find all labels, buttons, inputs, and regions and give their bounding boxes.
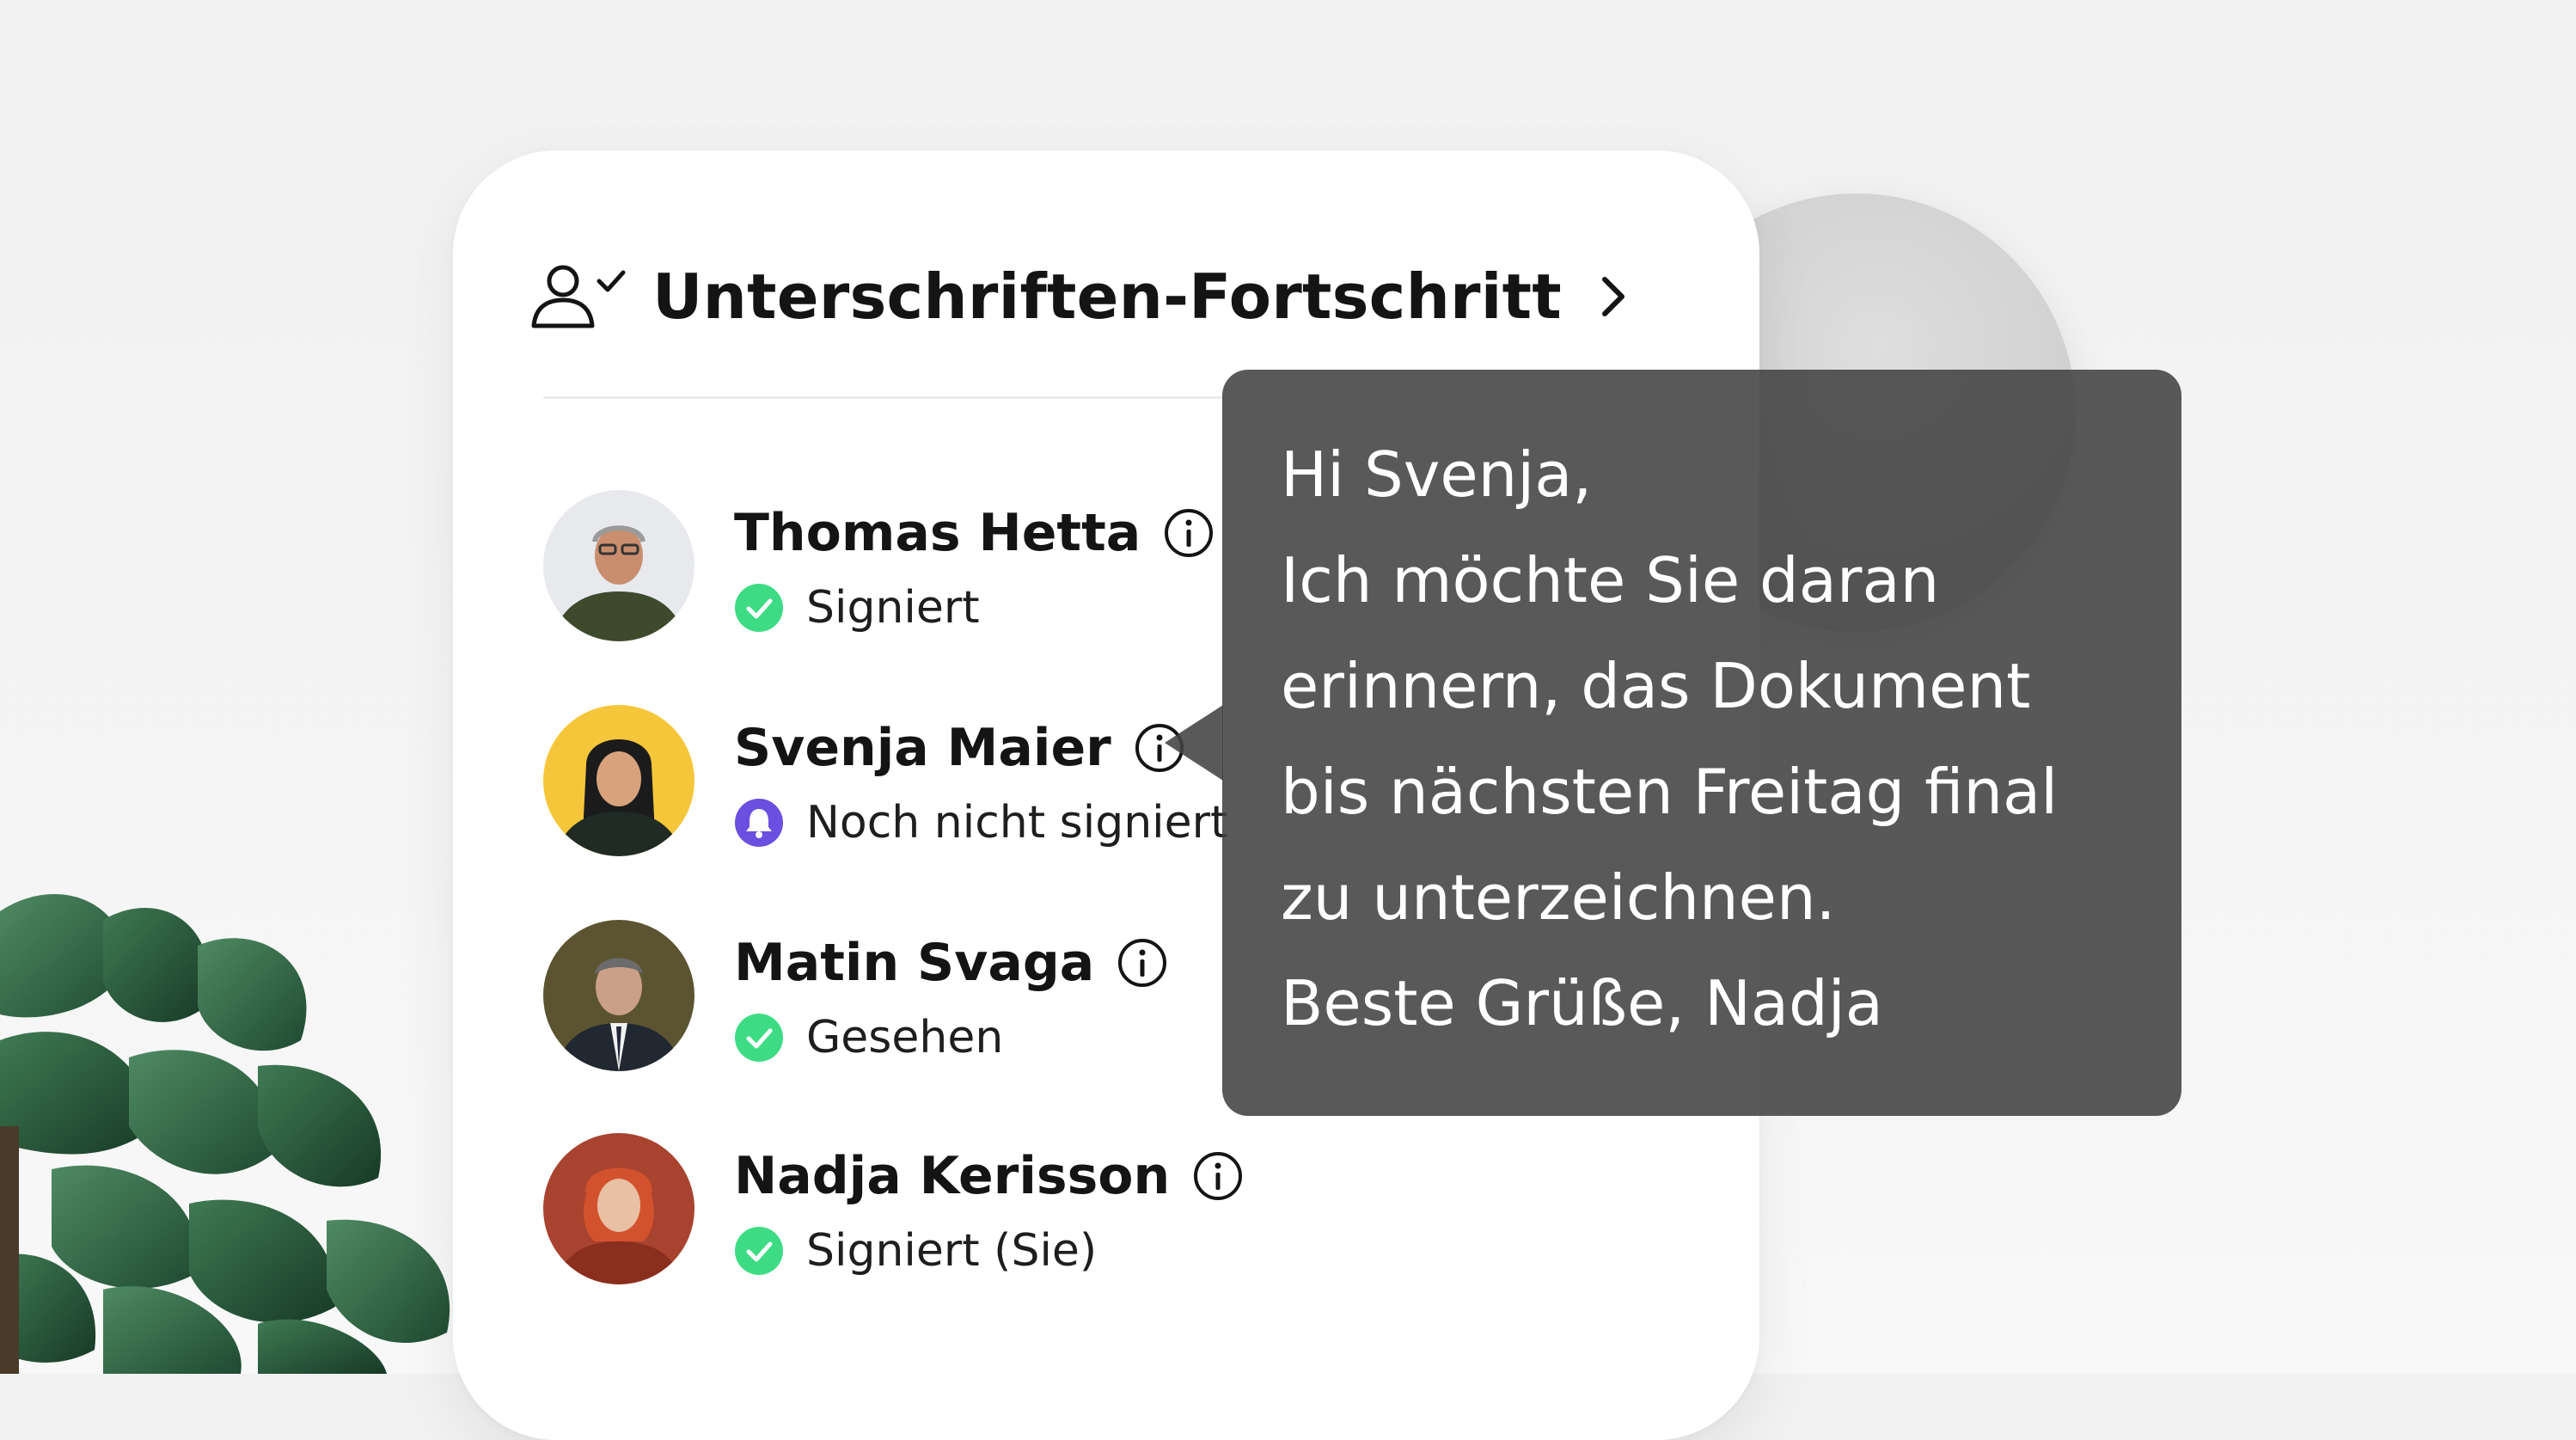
signer-name: Matin Svaga <box>734 933 1095 993</box>
signer-status: Gesehen <box>806 1012 1004 1063</box>
chevron-right-icon[interactable] <box>1588 271 1639 322</box>
user-check-icon <box>531 265 626 328</box>
signer-name: Nadja Kerisson <box>734 1146 1171 1206</box>
signer-status: Noch nicht signiert <box>806 797 1228 849</box>
tooltip-line: Beste Grüße, Nadja <box>1281 967 1883 1039</box>
tooltip-line: Ich möchte Sie daran <box>1281 544 1940 616</box>
signer-name: Thomas Hetta <box>734 503 1141 563</box>
check-circle-icon <box>735 1227 783 1275</box>
info-icon[interactable] <box>1163 507 1215 559</box>
reminder-tooltip: Hi Svenja, Ich möchte Sie daran erinnern… <box>1222 370 2181 1116</box>
tooltip-line: Hi Svenja, <box>1281 438 1593 511</box>
card-header[interactable]: Unterschriften-Fortschritt <box>530 241 1682 352</box>
info-icon[interactable] <box>1192 1150 1244 1202</box>
tooltip-line: bis nächsten Freitag final <box>1281 756 2059 828</box>
tooltip-arrow <box>1165 705 1223 781</box>
check-circle-icon <box>735 584 783 632</box>
tooltip-line: erinnern, das Dokument <box>1281 650 2031 722</box>
bell-icon[interactable] <box>734 798 784 848</box>
signer-status: Signiert (Sie) <box>806 1225 1098 1277</box>
signer-status: Signiert <box>806 582 980 634</box>
info-icon[interactable] <box>1117 937 1168 989</box>
avatar <box>543 490 694 641</box>
avatar <box>543 1133 694 1284</box>
signer-nadja-kerisson: Nadja Kerisson Signiert (Sie) <box>543 1133 1661 1288</box>
card-title: Unterschriften-Fortschritt <box>652 260 1562 333</box>
tooltip-line: zu unterzeichnen. <box>1281 861 1836 934</box>
avatar <box>543 920 694 1071</box>
check-circle-icon <box>735 1014 783 1062</box>
signer-name: Svenja Maier <box>734 718 1111 778</box>
avatar <box>543 705 694 856</box>
